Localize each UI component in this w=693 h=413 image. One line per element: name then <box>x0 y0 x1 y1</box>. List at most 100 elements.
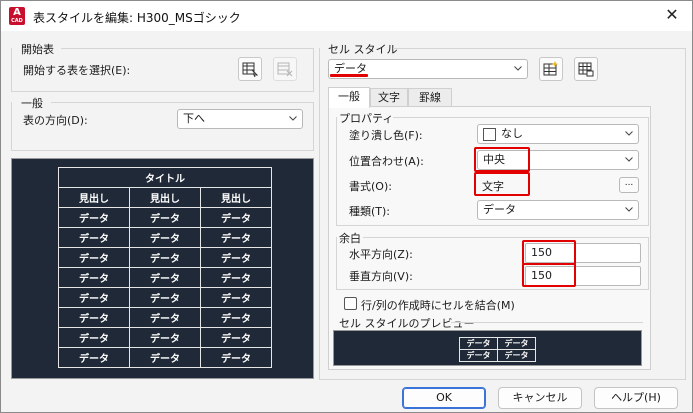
preview-data-cell: データ <box>58 247 130 268</box>
new-cell-style-button[interactable] <box>539 57 563 81</box>
color-swatch-icon <box>483 128 496 141</box>
type-label: 種類(T): <box>349 205 391 218</box>
preview-data-cell: データ <box>200 207 272 228</box>
preview-data-cell: データ <box>129 207 201 228</box>
cancel-button[interactable]: キャンセル <box>498 387 582 409</box>
cell-style-highlight-underline <box>330 74 368 77</box>
cell-preview-cell: データ <box>497 337 536 350</box>
preview-data-cell: データ <box>200 287 272 308</box>
new-cell-style-icon <box>543 61 559 76</box>
preview-data-cell: データ <box>129 227 201 248</box>
window-title: 表スタイルを編集: H300_MSゴシック <box>33 11 241 25</box>
preview-data-cell: データ <box>200 307 272 328</box>
merge-cells-label: 行/列の作成時にセルを結合(M) <box>361 299 515 312</box>
preview-data-cell: データ <box>58 227 130 248</box>
preview-data-cell: データ <box>129 247 201 268</box>
vertical-margin-input[interactable]: 150 <box>525 266 641 286</box>
tab-general[interactable]: 一般 <box>328 87 370 108</box>
tab-text[interactable]: 文字 <box>370 88 408 108</box>
table-row: データ データ データ <box>58 287 272 308</box>
merge-cells-checkbox[interactable] <box>344 297 357 310</box>
preview-header-cell: 見出し <box>200 187 272 208</box>
properties-right-border <box>648 117 649 225</box>
preview-data-cell: データ <box>58 207 130 228</box>
properties-bottom-border <box>336 225 649 226</box>
chevron-down-icon <box>625 205 633 213</box>
properties-group-label: プロパティ <box>339 112 394 125</box>
preview-data-cell: データ <box>200 267 272 288</box>
start-table-right-border <box>313 48 314 91</box>
alignment-label: 位置合わせ(A): <box>349 155 424 168</box>
preview-data-cell: データ <box>58 347 130 368</box>
table-row: データ データ データ <box>58 347 272 368</box>
table-direction-label: 表の方向(D): <box>23 114 88 127</box>
vertical-margin-label: 垂直方向(V): <box>349 270 413 283</box>
margins-divider <box>363 237 648 238</box>
preview-data-cell: データ <box>129 287 201 308</box>
preview-data-cell: データ <box>200 327 272 348</box>
margins-left-border <box>336 237 337 289</box>
start-table-group-label: 開始表 <box>21 43 54 56</box>
help-button[interactable]: ヘルプ(H) <box>594 387 678 409</box>
table-direction-value: 下へ <box>183 112 205 125</box>
chevron-down-icon <box>625 129 633 137</box>
preview-data-cell: データ <box>200 247 272 268</box>
table-remove-icon <box>277 62 293 77</box>
horizontal-margin-label: 水平方向(Z): <box>349 248 413 261</box>
close-icon[interactable]: ✕ <box>662 5 682 25</box>
fill-color-value: なし <box>501 127 523 140</box>
preview-data-cell: データ <box>129 307 201 328</box>
preview-data-cell: データ <box>58 287 130 308</box>
horizontal-margin-input[interactable]: 150 <box>525 243 641 263</box>
cell-style-divider <box>393 48 685 49</box>
select-table-button[interactable] <box>238 57 262 81</box>
table-row: データ データ データ <box>58 267 272 288</box>
edit-table-style-dialog: A CAD 表スタイルを編集: H300_MSゴシック ✕ 開始表 開始する表を… <box>0 0 693 413</box>
format-label: 書式(O): <box>349 180 392 193</box>
margins-bottom-border <box>336 289 649 290</box>
format-browse-button[interactable]: ... <box>619 177 639 193</box>
preview-data-cell: データ <box>200 227 272 248</box>
table-row: データ データ データ <box>58 207 272 228</box>
margins-group-label: 余白 <box>339 232 361 245</box>
cell-style-left-border <box>319 48 320 379</box>
preview-data-cell: データ <box>129 267 201 288</box>
table-select-icon <box>242 62 258 77</box>
preview-data-cell: データ <box>129 347 201 368</box>
tab-borders[interactable]: 罫線 <box>408 88 452 108</box>
cell-preview-divider <box>451 322 643 323</box>
properties-left-border <box>336 117 337 225</box>
manage-cell-style-icon <box>578 62 594 77</box>
chevron-down-icon <box>289 114 297 122</box>
preview-data-cell: データ <box>58 307 130 328</box>
fill-color-select[interactable]: なし <box>477 124 639 144</box>
fill-color-label: 塗り潰し色(F): <box>349 129 423 142</box>
cell-preview-group-label: セル スタイルのプレビュー <box>339 317 475 330</box>
chevron-down-icon <box>514 64 522 72</box>
general-left-group-label: 一般 <box>21 97 43 110</box>
cell-style-bottom-border <box>319 379 686 380</box>
start-table-divider <box>61 48 313 49</box>
preview-header-cell: 見出し <box>58 187 130 208</box>
cell-preview-cell: データ <box>459 349 498 362</box>
alignment-select[interactable]: 中央 <box>477 150 639 170</box>
preview-data-cell: データ <box>58 267 130 288</box>
start-table-bottom-border <box>11 91 314 92</box>
cell-preview-cell: データ <box>497 349 536 362</box>
preview-header-cell: 見出し <box>129 187 201 208</box>
table-style-preview: タイトル 見出し 見出し 見出し データ データ データ データ データ データ データ… <box>11 158 314 379</box>
remove-table-button[interactable] <box>273 57 297 81</box>
table-row: データ データ データ <box>58 247 272 268</box>
ok-button[interactable]: OK <box>402 387 486 409</box>
properties-divider <box>393 117 648 118</box>
app-icon-sub: CAD <box>11 18 23 24</box>
alignment-value: 中央 <box>483 153 505 166</box>
title-bar: A CAD 表スタイルを編集: H300_MSゴシック ✕ <box>1 1 692 31</box>
manage-cell-style-button[interactable] <box>574 57 598 81</box>
table-row: データ データ データ <box>58 327 272 348</box>
table-direction-select[interactable]: 下へ <box>177 109 303 129</box>
cell-style-preview: データ データ データ データ <box>333 330 642 366</box>
preview-data-cell: データ <box>129 327 201 348</box>
autocad-app-icon: A CAD <box>9 7 25 25</box>
type-select[interactable]: データ <box>477 200 639 220</box>
